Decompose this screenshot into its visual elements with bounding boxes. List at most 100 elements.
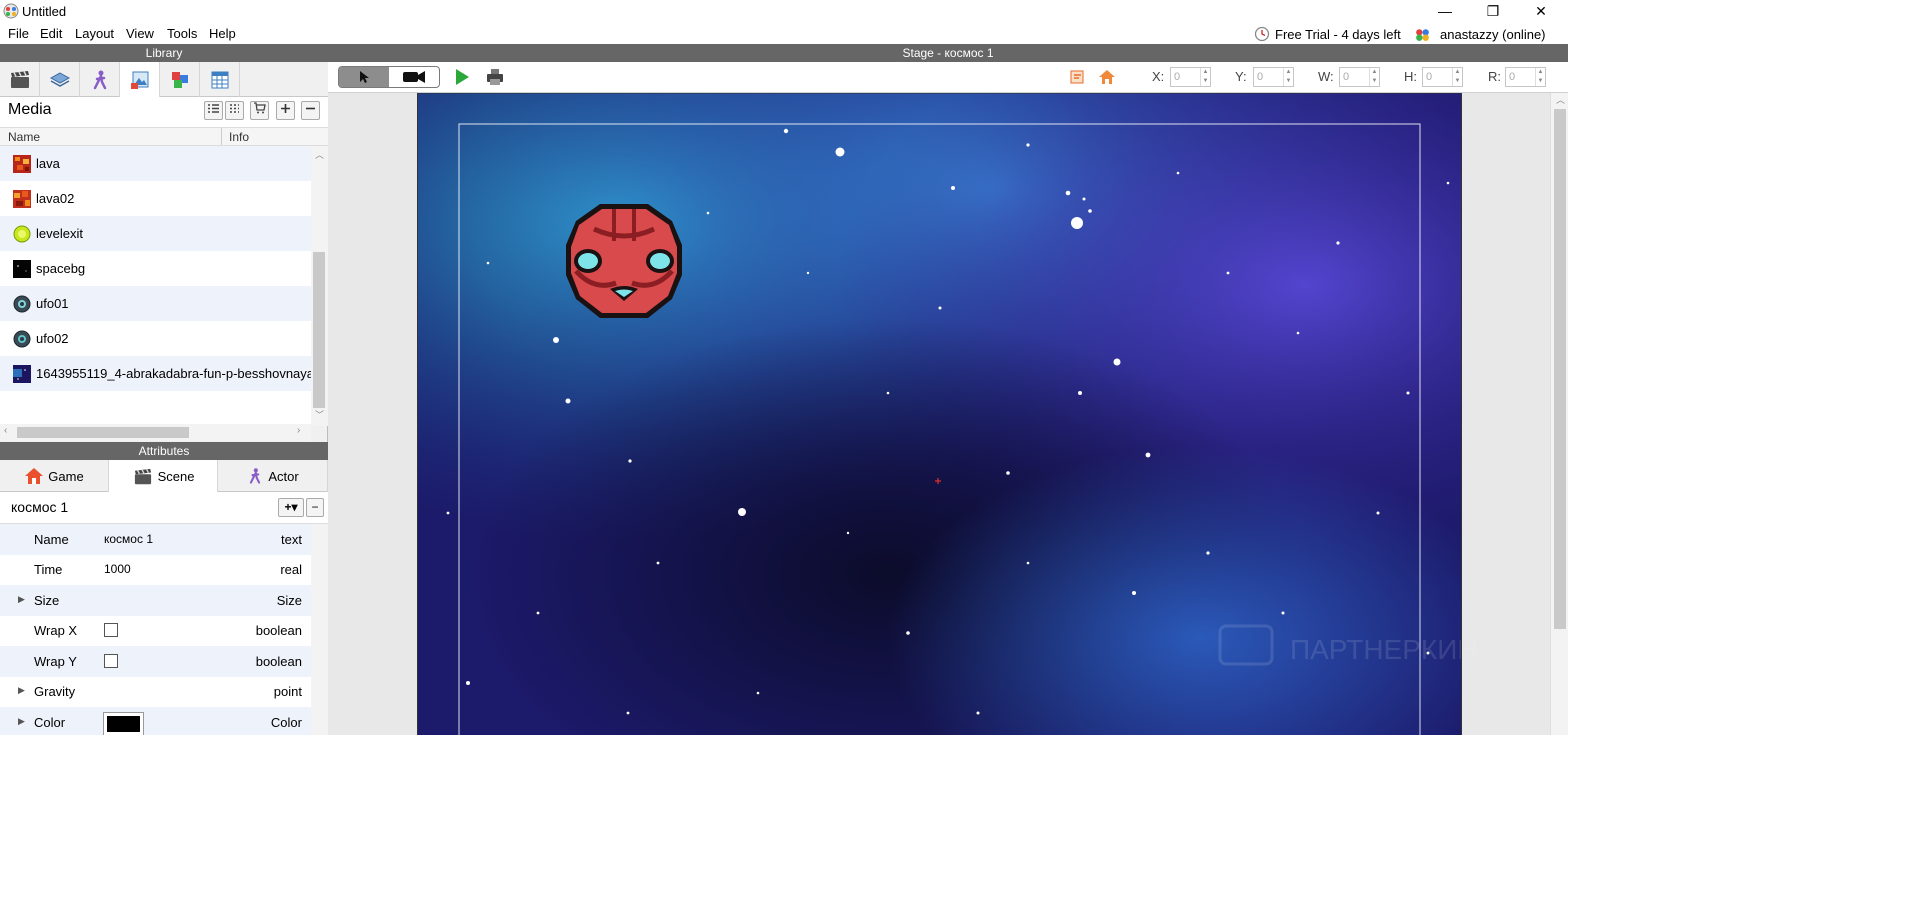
scene-name-row: космос 1 +▾ − bbox=[0, 492, 328, 524]
media-icon bbox=[130, 71, 148, 89]
publish-button[interactable] bbox=[486, 68, 504, 89]
lava-thumbnail-icon bbox=[13, 154, 31, 173]
remove-media-button[interactable] bbox=[301, 101, 320, 120]
ufo-thumbnail-icon bbox=[13, 295, 31, 312]
attribute-row-wrap-y[interactable]: Wrap Y boolean bbox=[0, 646, 311, 677]
attribute-row-size[interactable]: ▶ Size Size bbox=[0, 585, 311, 616]
attribute-scrollbar[interactable] bbox=[311, 524, 328, 735]
scene-view[interactable]: ПАРТНЕРКИН bbox=[328, 93, 1550, 735]
w-label: W: bbox=[1318, 69, 1334, 84]
media-item-name: lava02 bbox=[36, 191, 75, 206]
tab-media[interactable] bbox=[120, 62, 160, 98]
color-swatch[interactable] bbox=[103, 712, 144, 735]
tab-actors[interactable] bbox=[80, 62, 120, 97]
tab-game[interactable]: Game bbox=[0, 460, 109, 492]
tab-scene[interactable]: Scene bbox=[109, 460, 218, 493]
stage-vertical-scrollbar[interactable]: ︿ bbox=[1550, 93, 1568, 735]
window-title: Untitled bbox=[22, 4, 67, 19]
media-item-spacebg[interactable]: spacebg bbox=[0, 251, 311, 286]
cart-icon bbox=[254, 102, 266, 114]
tab-tables[interactable] bbox=[200, 62, 240, 97]
media-item-space-image[interactable]: 1643955119_4-abrakadabra-fun-p-besshovna… bbox=[0, 356, 311, 391]
close-button[interactable]: ✕ bbox=[1518, 0, 1564, 23]
x-input[interactable]: 0 ▲ ▼ bbox=[1170, 67, 1211, 87]
attribute-list: Name космос 1 text Time 1000 real ▶ Size… bbox=[0, 524, 311, 735]
menu-help[interactable]: Help bbox=[209, 26, 236, 41]
tab-layers[interactable] bbox=[40, 62, 80, 97]
scroll-thumb[interactable] bbox=[17, 427, 189, 438]
home-view-button[interactable] bbox=[1098, 69, 1116, 88]
menu-layout[interactable]: Layout bbox=[75, 26, 114, 41]
wrap-x-checkbox[interactable] bbox=[104, 623, 118, 637]
select-tool-button[interactable] bbox=[339, 67, 389, 87]
media-item-ufo01[interactable]: ufo01 bbox=[0, 286, 311, 321]
printer-icon bbox=[487, 69, 503, 85]
layers-icon bbox=[49, 71, 70, 87]
attribute-value[interactable]: космос 1 bbox=[104, 532, 153, 546]
tab-scenes[interactable] bbox=[0, 62, 40, 97]
attribute-name: Wrap X bbox=[34, 623, 78, 638]
attribute-name: Wrap Y bbox=[34, 654, 77, 669]
restore-button[interactable]: ❐ bbox=[1470, 0, 1516, 23]
trial-status[interactable]: Free Trial - 4 days left bbox=[1254, 25, 1401, 43]
tab-behaviors[interactable] bbox=[160, 62, 200, 97]
minimize-button[interactable]: — bbox=[1422, 0, 1468, 23]
media-column-header: Name Info bbox=[0, 127, 328, 146]
attribute-row-gravity[interactable]: ▶ Gravity point bbox=[0, 676, 311, 707]
h-input[interactable]: 0 ▲ ▼ bbox=[1422, 67, 1463, 87]
media-item-ufo02[interactable]: ufo02 bbox=[0, 321, 311, 356]
add-media-button[interactable] bbox=[276, 101, 295, 120]
add-attribute-button[interactable]: +▾ bbox=[278, 498, 304, 517]
play-button[interactable] bbox=[454, 68, 470, 89]
media-item-name: spacebg bbox=[36, 261, 86, 276]
media-item-name: lava bbox=[36, 156, 60, 171]
tool-mode-group bbox=[338, 66, 440, 88]
attribute-name: Size bbox=[34, 593, 60, 608]
w-input[interactable]: 0 ▲ ▼ bbox=[1339, 67, 1380, 87]
stage-canvas[interactable]: ПАРТНЕРКИН bbox=[328, 93, 1550, 735]
expand-arrow-icon[interactable]: ▶ bbox=[18, 594, 25, 605]
attribute-row-time[interactable]: Time 1000 real bbox=[0, 554, 311, 585]
user-avatar-icon bbox=[1416, 28, 1429, 41]
attribute-row-wrap-x[interactable]: Wrap X boolean bbox=[0, 615, 311, 646]
media-item-name: 1643955119_4-abrakadabra-fun-p-besshovna… bbox=[36, 366, 311, 381]
media-item-levelexit[interactable]: levelexit bbox=[0, 216, 311, 251]
attribute-row-name[interactable]: Name космос 1 text bbox=[0, 524, 311, 555]
wrap-y-checkbox[interactable] bbox=[104, 654, 118, 668]
column-info[interactable]: Info bbox=[229, 130, 249, 144]
expand-arrow-icon[interactable]: ▶ bbox=[18, 685, 25, 696]
list-view-button[interactable] bbox=[204, 101, 223, 120]
stage-panel: Stage - космос 1 X: 0 ▲ ▼ Y: 0 ▲ ▼ W: 0 ▲ ▼ H: bbox=[328, 44, 1568, 735]
user-status[interactable]: anastazzy (online) bbox=[1414, 25, 1546, 43]
store-button[interactable] bbox=[250, 101, 269, 120]
camera-tool-button[interactable] bbox=[389, 67, 439, 87]
play-icon bbox=[456, 69, 469, 85]
menu-tools[interactable]: Tools bbox=[167, 26, 197, 41]
menu-edit[interactable]: Edit bbox=[40, 26, 62, 41]
expand-arrow-icon[interactable]: ▶ bbox=[18, 716, 25, 727]
ufo-actor[interactable] bbox=[566, 204, 682, 318]
r-label: R: bbox=[1488, 69, 1501, 84]
media-header: Media bbox=[0, 97, 328, 127]
menu-file[interactable]: File bbox=[8, 26, 29, 41]
attribute-name: Color bbox=[34, 715, 66, 730]
r-input[interactable]: 0 ▲ ▼ bbox=[1505, 67, 1546, 87]
attribute-row-color[interactable]: ▶ Color Color bbox=[0, 707, 311, 735]
attribute-value[interactable]: 1000 bbox=[104, 562, 131, 576]
media-item-lava02[interactable]: lava02 bbox=[0, 181, 311, 216]
attribute-name: Time bbox=[34, 562, 63, 577]
media-vertical-scrollbar[interactable]: ︿ ﹀ bbox=[311, 146, 328, 426]
tab-actor[interactable]: Actor bbox=[218, 460, 328, 492]
column-name[interactable]: Name bbox=[8, 130, 40, 144]
scroll-thumb[interactable] bbox=[313, 252, 325, 408]
align-button[interactable] bbox=[1070, 69, 1086, 88]
remove-attribute-button[interactable]: − bbox=[306, 498, 324, 517]
media-item-lava[interactable]: lava bbox=[0, 146, 311, 181]
media-item-name: levelexit bbox=[36, 226, 83, 241]
menu-view[interactable]: View bbox=[126, 26, 154, 41]
scroll-thumb[interactable] bbox=[1554, 109, 1566, 629]
media-horizontal-scrollbar[interactable]: ‹ › bbox=[0, 424, 311, 441]
edit-layer-icon bbox=[1070, 70, 1084, 84]
y-input[interactable]: 0 ▲ ▼ bbox=[1253, 67, 1294, 87]
grid-view-button[interactable] bbox=[225, 101, 244, 120]
